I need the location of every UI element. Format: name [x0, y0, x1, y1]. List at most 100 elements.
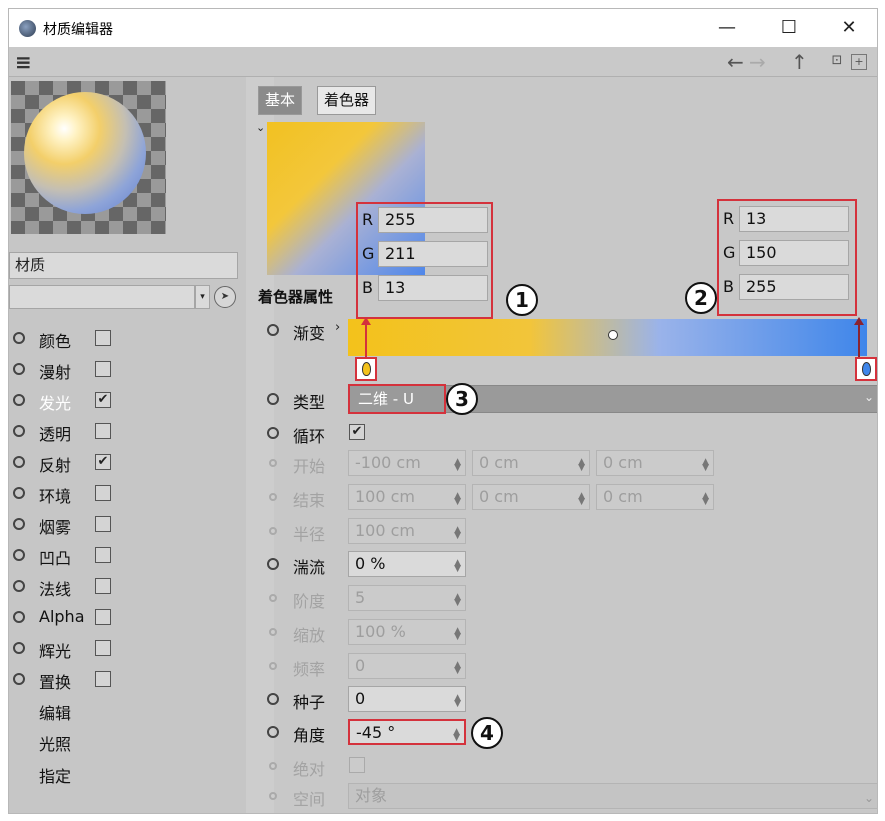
param-radio-icon[interactable] [267, 324, 279, 336]
channel-radio-icon[interactable] [13, 518, 25, 530]
param-radio-icon[interactable] [269, 459, 277, 467]
maximize-button[interactable]: ☐ [767, 13, 811, 43]
sidebar-item-editor[interactable]: 编辑 [39, 700, 71, 724]
red-field[interactable]: 13 [739, 206, 849, 232]
param-radio-icon[interactable] [269, 594, 277, 602]
octaves-row: 阶度 5 ▲ ▼ [253, 583, 877, 613]
channel-checkbox[interactable] [95, 609, 111, 625]
space-select[interactable]: 对象 ⌄ [348, 783, 877, 809]
green-field[interactable]: 150 [739, 240, 849, 266]
channel-radio-icon[interactable] [13, 394, 25, 406]
start-y-field[interactable]: 0 cm ▲ ▼ [472, 450, 590, 476]
channel-displacement[interactable]: 置换 [9, 664, 246, 694]
channel-checkbox[interactable] [95, 330, 111, 346]
blue-field[interactable]: 13 [378, 275, 488, 301]
channel-glow[interactable]: 辉光 [9, 633, 246, 663]
expand-chevron-icon[interactable]: › [335, 320, 340, 335]
channel-checkbox[interactable] [95, 485, 111, 501]
param-radio-icon[interactable] [267, 693, 279, 705]
frequency-field[interactable]: 0 ▲ ▼ [348, 653, 466, 679]
end-z-field[interactable]: 0 cm ▲ ▼ [596, 484, 714, 510]
blue-field[interactable]: 255 [739, 274, 849, 300]
back-arrow-icon[interactable]: ← [727, 50, 744, 74]
lock-icon[interactable]: ⊡ [829, 54, 845, 70]
channel-color[interactable]: 颜色 [9, 323, 246, 353]
channel-radio-icon[interactable] [13, 363, 25, 375]
start-z-field[interactable]: 0 cm ▲ ▼ [596, 450, 714, 476]
channel-checkbox[interactable] [95, 578, 111, 594]
param-radio-icon[interactable] [269, 628, 277, 636]
new-window-icon[interactable]: + [851, 54, 867, 70]
channel-radio-icon[interactable] [13, 673, 25, 685]
param-radio-icon[interactable] [269, 762, 277, 770]
channel-checkbox[interactable] [95, 516, 111, 532]
end-x-field[interactable]: 100 cm ▲ ▼ [348, 484, 466, 510]
channel-transparency[interactable]: 透明 [9, 416, 246, 446]
param-radio-icon[interactable] [269, 493, 277, 501]
channel-alpha[interactable]: Alpha [9, 602, 246, 632]
gradient-stop-yellow[interactable] [355, 357, 377, 381]
channel-radio-icon[interactable] [13, 425, 25, 437]
absolute-checkbox[interactable] [349, 757, 365, 773]
channel-checkbox[interactable] [95, 640, 111, 656]
channel-normal[interactable]: 法线 [9, 571, 246, 601]
channel-radio-icon[interactable] [13, 580, 25, 592]
forward-arrow-icon[interactable]: → [749, 50, 766, 74]
channel-fog[interactable]: 烟雾 [9, 509, 246, 539]
sidebar-item-illumination[interactable]: 光照 [39, 731, 71, 755]
loop-checkbox[interactable]: ✔ [349, 424, 365, 440]
channel-radio-icon[interactable] [13, 642, 25, 654]
close-button[interactable]: ✕ [827, 13, 871, 43]
gradient-interpolation-knot[interactable] [608, 330, 618, 340]
material-name-field[interactable]: 材质 [9, 252, 238, 279]
channel-luminance[interactable]: 发光 ✔ [9, 385, 246, 415]
gradient-stop-blue[interactable] [855, 357, 877, 381]
picker-arrow-icon[interactable]: ➤ [214, 286, 236, 308]
menu-icon[interactable]: ≡ [15, 52, 32, 72]
channel-environment[interactable]: 环境 [9, 478, 246, 508]
chevron-down-icon: ⌄ [863, 791, 874, 805]
channel-bump[interactable]: 凹凸 [9, 540, 246, 570]
channel-radio-icon[interactable] [13, 487, 25, 499]
green-field[interactable]: 211 [378, 241, 488, 267]
start-x-field[interactable]: -100 cm ▲ ▼ [348, 450, 466, 476]
up-arrow-icon[interactable]: ↑ [791, 50, 808, 74]
material-dropdown[interactable] [9, 285, 195, 309]
material-editor-window: 材质编辑器 — ☐ ✕ ≡ ← → ↑ ⊡ + 材质 ▾ ➤ 颜色 漫射 发光 ✔… [8, 8, 878, 814]
collapse-chevron-icon[interactable]: ⌄ [256, 121, 265, 134]
gradient-bar[interactable] [348, 319, 867, 356]
sidebar-item-assign[interactable]: 指定 [39, 763, 71, 787]
param-radio-icon[interactable] [267, 726, 279, 738]
channel-checkbox[interactable] [95, 361, 111, 377]
param-radio-icon[interactable] [267, 393, 279, 405]
param-radio-icon[interactable] [267, 427, 279, 439]
channel-checkbox[interactable] [95, 423, 111, 439]
param-radio-icon[interactable] [269, 527, 277, 535]
turbulence-field[interactable]: 0 % ▲ ▼ [348, 551, 466, 577]
red-field[interactable]: 255 [378, 207, 488, 233]
end-y-field[interactable]: 0 cm ▲ ▼ [472, 484, 590, 510]
param-radio-icon[interactable] [267, 558, 279, 570]
param-radio-icon[interactable] [269, 662, 277, 670]
minimize-button[interactable]: — [705, 13, 749, 43]
channel-checkbox[interactable]: ✔ [95, 392, 111, 408]
tab-basic[interactable]: 基本 [258, 86, 303, 115]
radius-field[interactable]: 100 cm ▲ ▼ [348, 518, 466, 544]
channel-radio-icon[interactable] [13, 332, 25, 344]
type-value[interactable]: 二维 - U [348, 384, 446, 414]
channel-radio-icon[interactable] [13, 456, 25, 468]
channel-radio-icon[interactable] [13, 611, 25, 623]
chevron-down-icon[interactable]: ▾ [195, 285, 210, 309]
channel-diffusion[interactable]: 漫射 [9, 354, 246, 384]
seed-field[interactable]: 0 ▲ ▼ [348, 686, 466, 712]
tab-shader[interactable]: 着色器 [317, 86, 377, 115]
channel-reflectance[interactable]: 反射 ✔ [9, 447, 246, 477]
octaves-field[interactable]: 5 ▲ ▼ [348, 585, 466, 611]
angle-field[interactable]: -45 ° ▲ ▼ [348, 719, 466, 745]
channel-checkbox[interactable] [95, 547, 111, 563]
param-radio-icon[interactable] [269, 792, 277, 800]
channel-radio-icon[interactable] [13, 549, 25, 561]
scale-field[interactable]: 100 % ▲ ▼ [348, 619, 466, 645]
channel-checkbox[interactable]: ✔ [95, 454, 111, 470]
channel-checkbox[interactable] [95, 671, 111, 687]
